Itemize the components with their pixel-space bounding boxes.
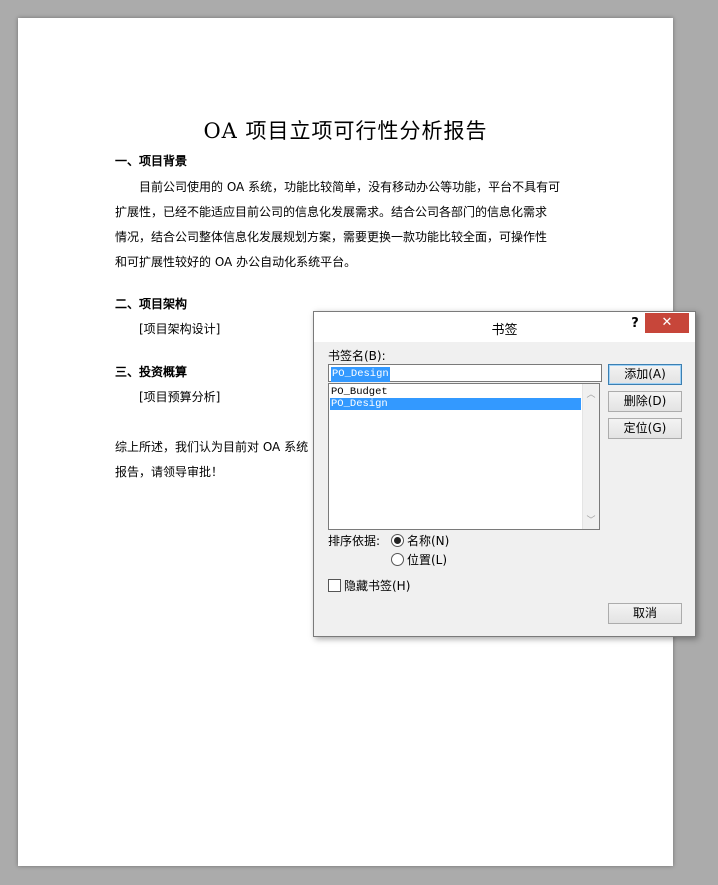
hidden-bookmarks-checkbox[interactable] bbox=[328, 579, 341, 592]
radio-dot-icon bbox=[394, 537, 401, 544]
bookmark-name-value: PO_Design bbox=[331, 367, 390, 382]
close-button[interactable]: ✕ bbox=[645, 313, 689, 333]
sort-by-position-label[interactable]: 位置(L) bbox=[407, 551, 447, 568]
section1-line: 情况，结合公司整体信息化发展规划方案，需要更换一款功能比较全面，可操作性 bbox=[115, 230, 548, 244]
sort-by-name-label[interactable]: 名称(N) bbox=[407, 532, 449, 549]
sort-by-position-radio[interactable] bbox=[391, 553, 404, 566]
delete-button[interactable]: 删除(D) bbox=[608, 391, 682, 412]
conclusion-line: 报告，请领导审批！ bbox=[115, 465, 224, 479]
section1-line: 和可扩展性较好的 OA 办公自动化系统平台。 bbox=[115, 255, 357, 269]
dialog-titlebar[interactable]: 书签 ? ✕ bbox=[314, 312, 695, 342]
list-item[interactable]: PO_Budget bbox=[330, 386, 581, 398]
bookmark-list[interactable]: PO_Budget PO_Design ︿ ﹀ bbox=[328, 383, 600, 530]
section1-line: 目前公司使用的 OA 系统，功能比较简单，没有移动办公等功能，平台不具有可 bbox=[139, 180, 561, 194]
section2-heading: 二、项目架构 bbox=[115, 297, 188, 311]
cancel-button[interactable]: 取消 bbox=[608, 603, 682, 624]
conclusion-line: 综上所述，我们认为目前对 OA 系统 bbox=[115, 440, 309, 454]
bookmark-dialog: 书签 ? ✕ 书签名(B): PO_Design PO_Budget PO_De… bbox=[313, 311, 696, 637]
section1-line: 扩展性，已经不能适应目前公司的信息化发展需求。结合公司各部门的信息化需求 bbox=[115, 205, 548, 219]
bookmark-name-label: 书签名(B): bbox=[328, 349, 386, 363]
goto-button[interactable]: 定位(G) bbox=[608, 418, 682, 439]
add-button[interactable]: 添加(A) bbox=[608, 364, 682, 385]
hidden-bookmarks-label[interactable]: 隐藏书签(H) bbox=[344, 577, 410, 594]
bookmark-name-input[interactable]: PO_Design bbox=[328, 364, 602, 382]
scroll-up-icon[interactable]: ︿ bbox=[583, 387, 599, 400]
list-item-selected[interactable]: PO_Design bbox=[330, 398, 581, 410]
section2-body: [项目架构设计] bbox=[139, 322, 221, 336]
section3-heading: 三、投资概算 bbox=[115, 365, 188, 379]
sort-label: 排序依据: bbox=[328, 534, 381, 548]
scroll-down-icon[interactable]: ﹀ bbox=[583, 513, 599, 526]
section3-body: [项目预算分析] bbox=[139, 390, 221, 404]
help-button[interactable]: ? bbox=[625, 316, 645, 334]
section1-heading: 一、项目背景 bbox=[115, 154, 188, 168]
list-scrollbar[interactable]: ︿ ﹀ bbox=[582, 384, 599, 529]
document-title: OA 项目立项可行性分析报告 bbox=[203, 119, 488, 143]
sort-by-name-radio[interactable] bbox=[391, 534, 404, 547]
